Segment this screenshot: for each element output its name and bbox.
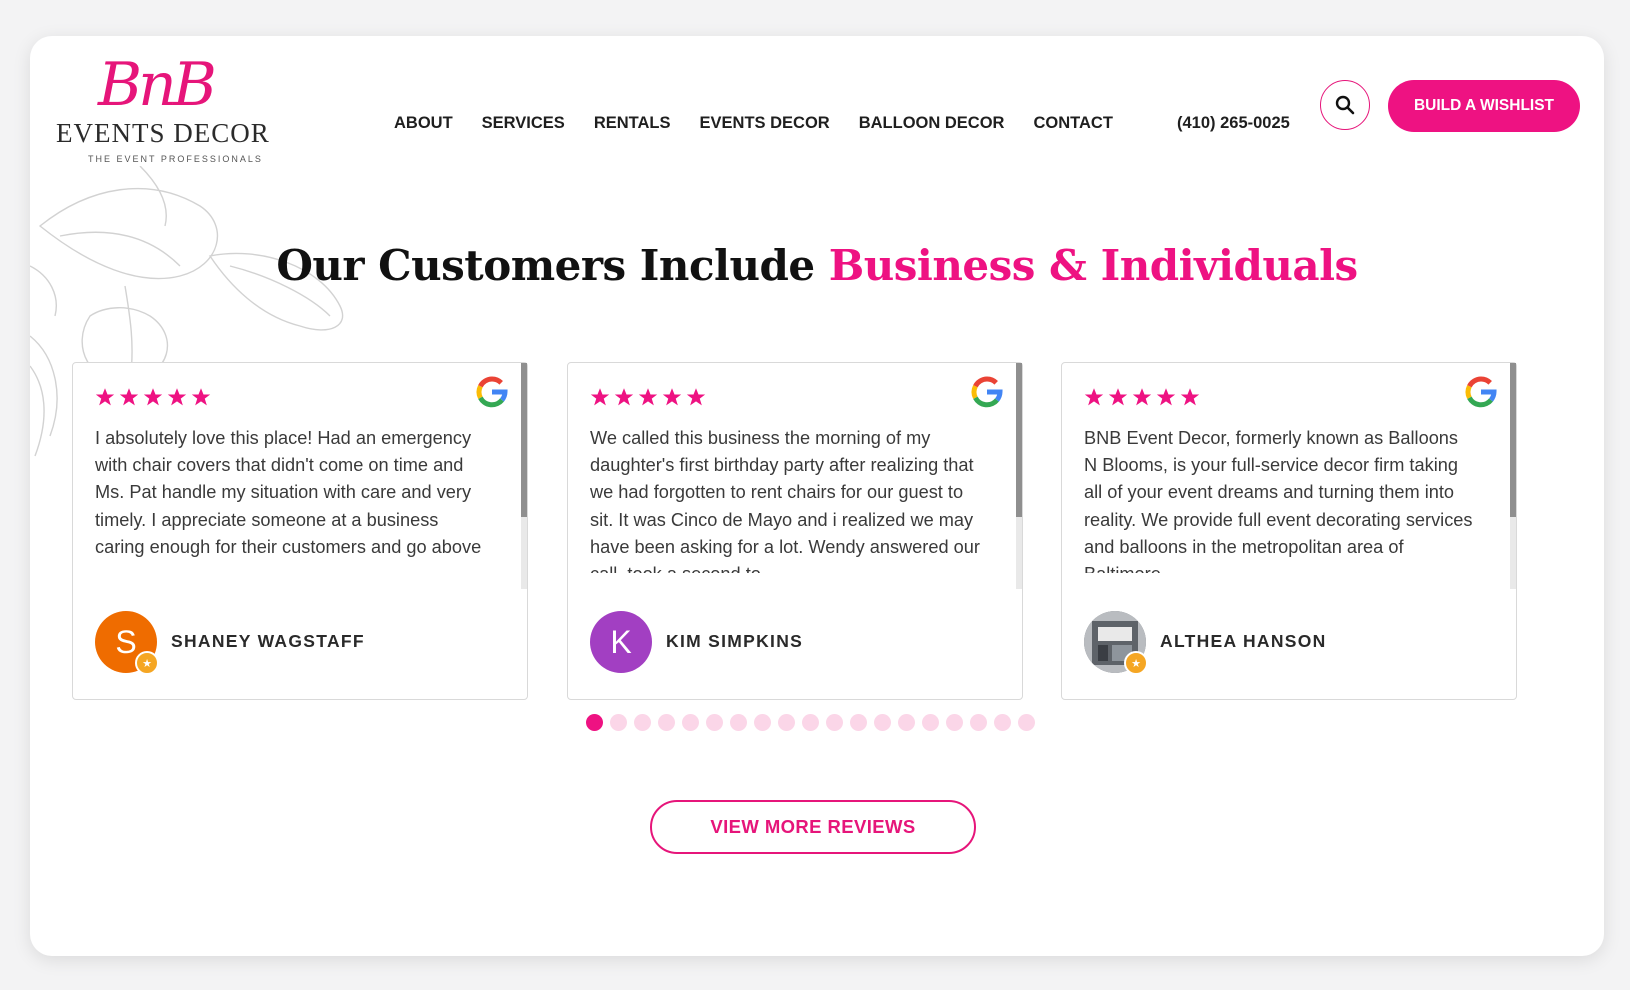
carousel-dot[interactable] (778, 714, 795, 731)
scroll-thumb[interactable] (1510, 363, 1516, 517)
google-icon (971, 376, 1003, 408)
review-scrollbar[interactable] (1016, 363, 1022, 589)
reviewer-name: ALTHEA HANSON (1160, 631, 1327, 651)
review-card: I absolutely love this place! Had an eme… (72, 362, 528, 700)
star-rating (1084, 387, 1200, 407)
carousel-dot[interactable] (658, 714, 675, 731)
carousel-dot[interactable] (922, 714, 939, 731)
star-icon (686, 388, 706, 406)
reviewer-name: SHANEY WAGSTAFF (171, 631, 365, 651)
carousel-dot[interactable] (994, 714, 1011, 731)
carousel-dot[interactable] (946, 714, 963, 731)
star-icon (638, 388, 658, 406)
view-more-reviews-button[interactable]: VIEW MORE REVIEWS (650, 800, 976, 854)
star-icon (1156, 388, 1176, 406)
carousel-dot[interactable] (706, 714, 723, 731)
review-text: BNB Event Decor, formerly known as Ballo… (1084, 428, 1473, 573)
carousel-dot[interactable] (826, 714, 843, 731)
review-text: I absolutely love this place! Had an eme… (95, 428, 482, 557)
star-icon (119, 388, 139, 406)
star-rating (590, 387, 706, 407)
google-icon (1465, 376, 1497, 408)
scroll-thumb[interactable] (521, 363, 527, 517)
reviewer-name: KIM SIMPKINS (666, 631, 804, 651)
carousel-dot[interactable] (754, 714, 771, 731)
review-card: BNB Event Decor, formerly known as Ballo… (1061, 362, 1517, 700)
star-icon (662, 388, 682, 406)
logo-script-text: BnB (98, 50, 217, 120)
carousel-dot[interactable] (730, 714, 747, 731)
heading-accent: Business & Individuals (828, 241, 1358, 290)
carousel-dot[interactable] (586, 714, 603, 731)
search-button[interactable] (1320, 80, 1370, 130)
logo-tagline: THE EVENT PROFESSIONALS (88, 154, 263, 164)
phone-link[interactable]: (410) 265-0025 (1177, 114, 1290, 133)
star-icon (95, 388, 115, 406)
nav-item-services[interactable]: SERVICES (482, 114, 565, 133)
star-icon (167, 388, 187, 406)
nav-item-balloon-decor[interactable]: BALLOON DECOR (859, 114, 1005, 133)
nav-item-rentals[interactable]: RENTALS (594, 114, 671, 133)
main-nav: ABOUT SERVICES RENTALS EVENTS DECOR BALL… (394, 114, 1142, 133)
review-text: We called this business the morning of m… (590, 428, 980, 573)
reviewer-avatar: K (590, 611, 652, 673)
build-wishlist-button[interactable]: BUILD A WISHLIST (1388, 80, 1580, 132)
logo-wordmark: EVENTS DECOR (56, 118, 270, 148)
scroll-thumb[interactable] (1016, 363, 1022, 517)
nav-item-about[interactable]: ABOUT (394, 114, 453, 133)
google-icon (476, 376, 508, 408)
nav-item-events-decor[interactable]: EVENTS DECOR (700, 114, 830, 133)
carousel-dot[interactable] (1018, 714, 1035, 731)
carousel-dot[interactable] (610, 714, 627, 731)
page-frame: BnB EVENTS DECOR THE EVENT PROFESSIONALS… (30, 36, 1604, 956)
heading-plain: Our Customers Include (276, 241, 829, 290)
star-icon (590, 388, 610, 406)
section-heading: Our Customers Include Business & Individ… (30, 241, 1604, 290)
star-icon (143, 388, 163, 406)
star-icon (614, 388, 634, 406)
nav-item-contact[interactable]: CONTACT (1033, 114, 1112, 133)
star-icon (191, 388, 211, 406)
review-card: We called this business the morning of m… (567, 362, 1023, 700)
star-icon (1108, 388, 1128, 406)
local-guide-badge-icon: ★ (1124, 651, 1148, 675)
carousel-dot[interactable] (634, 714, 651, 731)
carousel-dot[interactable] (850, 714, 867, 731)
carousel-dot[interactable] (874, 714, 891, 731)
carousel-dot[interactable] (898, 714, 915, 731)
star-rating (95, 387, 211, 407)
star-icon (1084, 388, 1104, 406)
carousel-dot[interactable] (682, 714, 699, 731)
review-scrollbar[interactable] (521, 363, 527, 589)
search-icon (1335, 95, 1355, 115)
carousel-dot[interactable] (970, 714, 987, 731)
star-icon (1132, 388, 1152, 406)
review-scrollbar[interactable] (1510, 363, 1516, 589)
local-guide-badge-icon: ★ (135, 651, 159, 675)
carousel-dot[interactable] (802, 714, 819, 731)
star-icon (1180, 388, 1200, 406)
carousel-dots (586, 714, 1035, 731)
